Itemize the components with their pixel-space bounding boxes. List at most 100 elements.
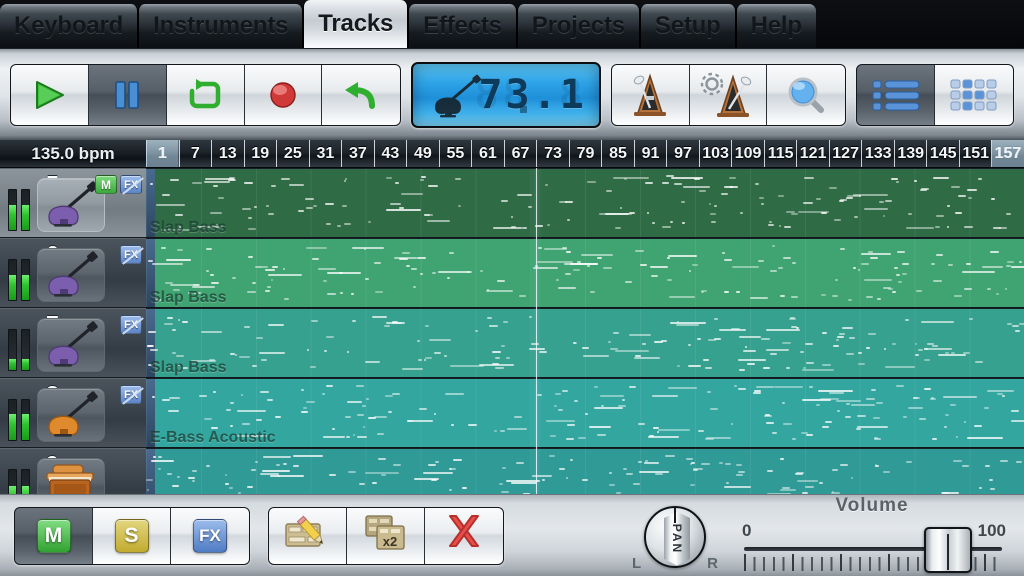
track-row[interactable]: 8FXE-Bass Acoustic xyxy=(0,378,1024,448)
tab-tracks[interactable]: Tracks xyxy=(303,0,409,48)
bar-number: 109 xyxy=(731,140,764,167)
clip-notes xyxy=(146,239,1024,307)
bar-number: 61 xyxy=(471,140,504,167)
track-clip[interactable]: E-Bass Acoustic xyxy=(146,378,1024,448)
bar-number: 67 xyxy=(503,140,537,167)
track-header[interactable]: 5MFX xyxy=(0,168,146,238)
metronome-settings-icon xyxy=(699,71,757,119)
bar-number: 19 xyxy=(243,140,277,167)
pan-control[interactable]: PAN L R xyxy=(630,500,720,572)
track-mute-badge[interactable]: M xyxy=(95,175,117,194)
grid-view-button[interactable] xyxy=(935,64,1013,125)
record-button[interactable] xyxy=(244,64,323,125)
track-clip[interactable]: Slap Bass xyxy=(146,168,1024,238)
metronome-button[interactable] xyxy=(611,64,690,125)
volume-min-label: 0 xyxy=(742,520,752,540)
track-fx-badge[interactable]: FX xyxy=(120,315,142,334)
track-level-meters xyxy=(8,329,30,371)
solo-button[interactable]: S xyxy=(93,507,171,564)
bar-number: 121 xyxy=(796,140,829,167)
track-header[interactable]: 6FX xyxy=(0,238,146,308)
pan-label: PAN xyxy=(670,523,685,554)
list-view-button[interactable] xyxy=(857,64,936,125)
metronome-settings-button[interactable] xyxy=(689,64,768,125)
pan-knob[interactable]: PAN xyxy=(644,505,706,568)
bar-number: 13 xyxy=(211,140,244,167)
track-row[interactable]: 5MFXSlap Bass xyxy=(0,168,1024,238)
meter-right xyxy=(21,259,30,301)
track-clip[interactable] xyxy=(146,448,1024,494)
track-level-meters xyxy=(8,259,30,301)
edit-clip-icon xyxy=(284,513,332,558)
tab-help[interactable]: Help xyxy=(735,4,816,48)
meter-right xyxy=(21,329,30,371)
pause-button[interactable] xyxy=(88,64,167,125)
track-row[interactable]: 9 xyxy=(0,448,1024,494)
app-root: Keyboard Instruments Tracks Effects Proj… xyxy=(0,0,1024,576)
track-fx-badge[interactable]: FX xyxy=(120,245,142,264)
tab-keyboard[interactable]: Keyboard xyxy=(0,4,139,48)
bar-number: 43 xyxy=(373,140,407,167)
play-button[interactable] xyxy=(11,64,89,125)
bar-number: 157 xyxy=(991,140,1024,167)
track-header[interactable]: 7FX xyxy=(0,308,146,378)
volume-control[interactable]: Volume 0 100 xyxy=(738,495,1006,573)
bar-number: 139 xyxy=(893,140,927,167)
instrument-icon[interactable] xyxy=(37,458,105,494)
track-level-meters xyxy=(8,399,30,441)
clip-notes xyxy=(146,309,1024,377)
tab-label: Instruments xyxy=(153,12,289,39)
tab-label: Effects xyxy=(423,12,502,39)
meter-left xyxy=(8,259,17,301)
bar-number: 97 xyxy=(666,140,699,167)
duplicate-clip-button[interactable]: x2 xyxy=(347,507,425,564)
undo-button[interactable] xyxy=(322,64,401,125)
bar-numbers[interactable]: 1 7 13 19 25 31 37 43 49 55 61 67 73 79 85 91 97 103 109 11… xyxy=(146,140,1024,167)
loop-icon xyxy=(186,78,224,112)
fx-button[interactable]: FX xyxy=(171,507,249,564)
pan-left-label: L xyxy=(632,554,642,572)
clip-notes xyxy=(146,169,1024,237)
pan-right-label: R xyxy=(707,554,718,572)
meter-right xyxy=(21,469,30,494)
track-header[interactable]: 9 xyxy=(0,448,146,494)
tab-label: Tracks xyxy=(318,10,394,37)
duplicate-clip-icon: x2 xyxy=(364,513,408,558)
volume-slider-thumb[interactable] xyxy=(924,526,972,573)
track-clip[interactable]: Slap Bass xyxy=(146,238,1024,308)
edit-clip-button[interactable] xyxy=(269,507,347,564)
play-icon xyxy=(32,79,66,111)
bar-number: 55 xyxy=(438,140,472,167)
track-clip[interactable]: Slap Bass xyxy=(146,308,1024,378)
tab-instruments[interactable]: Instruments xyxy=(138,4,304,48)
bar-number: 103 xyxy=(698,140,732,167)
volume-max-label: 100 xyxy=(977,520,1006,540)
tab-effects[interactable]: Effects xyxy=(408,4,517,48)
track-fx-badge[interactable]: FX xyxy=(120,175,142,194)
track-header[interactable]: 8FX xyxy=(0,378,146,448)
instrument-icon[interactable] xyxy=(37,388,105,442)
track-row[interactable]: 7FXSlap Bass xyxy=(0,308,1024,378)
track-badges: FX xyxy=(120,385,142,404)
tab-label: Help xyxy=(750,12,802,39)
mute-button[interactable]: M xyxy=(15,507,93,564)
timeline-ruler[interactable]: 135.0 bpm 1 7 13 19 25 31 37 43 49 55 61 67 73 79 85 91… xyxy=(0,140,1024,168)
track-level-meters xyxy=(8,469,30,494)
instrument-icon[interactable] xyxy=(37,318,105,372)
tab-projects[interactable]: Projects xyxy=(516,4,640,48)
instrument-icon[interactable] xyxy=(37,248,105,302)
track-row[interactable]: 6FXSlap Bass xyxy=(0,238,1024,308)
lcd-indicator-dot xyxy=(519,105,527,113)
delete-clip-button[interactable] xyxy=(425,507,503,564)
bpm-display[interactable]: 135.0 bpm xyxy=(0,140,146,167)
track-fx-badge[interactable]: FX xyxy=(120,385,142,404)
bar-number: 1 xyxy=(146,140,179,167)
meter-left xyxy=(8,329,17,371)
track-state-button-group: M S FX xyxy=(14,506,250,565)
loop-button[interactable] xyxy=(166,64,245,125)
record-icon xyxy=(268,80,298,110)
tab-setup[interactable]: Setup xyxy=(639,4,736,48)
zoom-button[interactable] xyxy=(767,64,846,125)
meter-left xyxy=(8,399,17,441)
position-lcd-display[interactable]: 88.8 73.1 xyxy=(411,61,601,128)
